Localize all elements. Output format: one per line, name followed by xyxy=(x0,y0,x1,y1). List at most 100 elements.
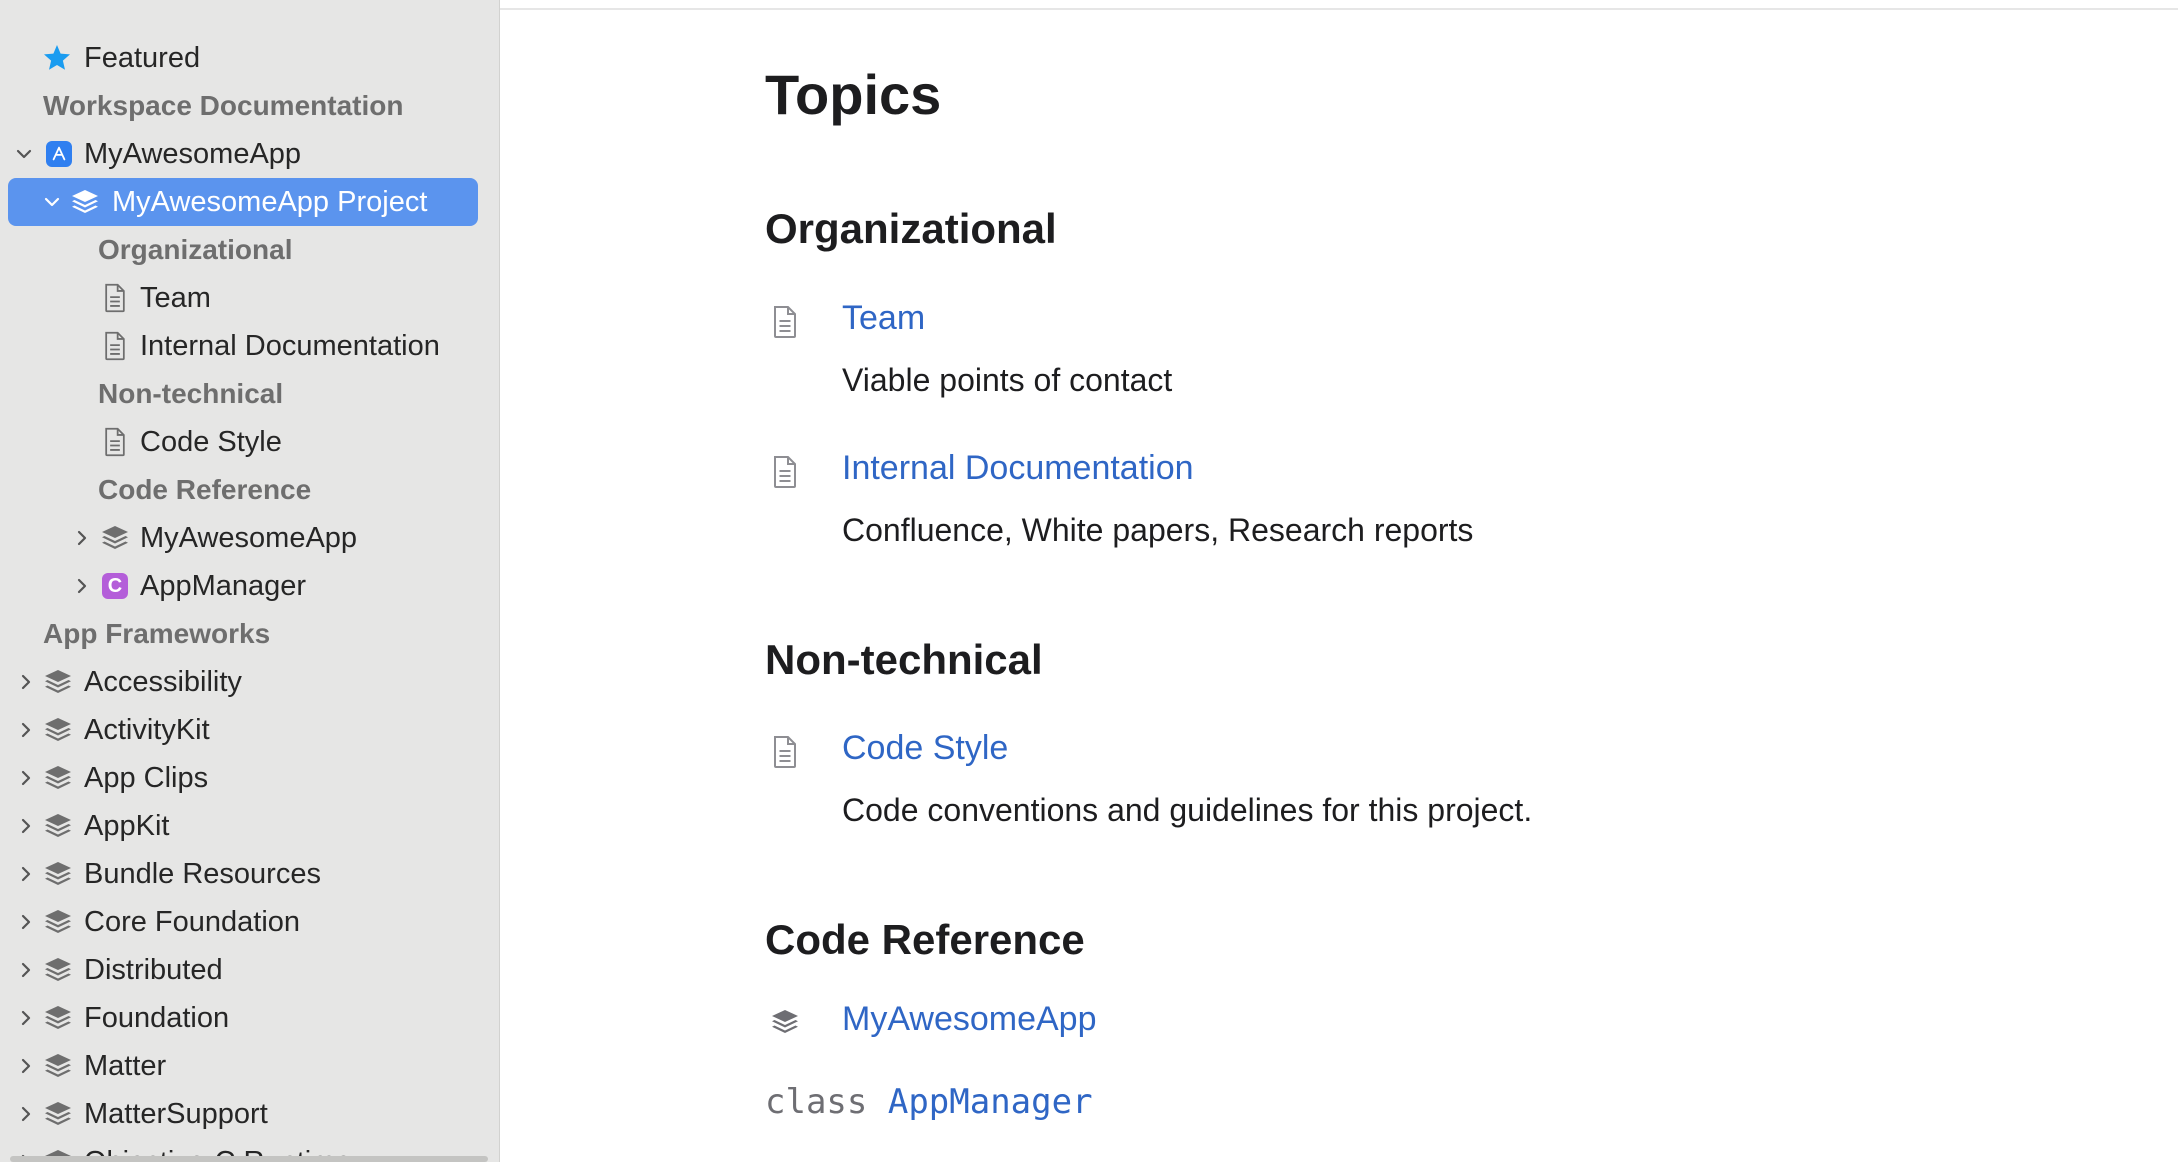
framework-stack-icon xyxy=(43,859,73,889)
framework-stack-icon xyxy=(43,955,73,985)
sidebar-section-label: App Frameworks xyxy=(43,618,271,649)
topic-group-heading: Organizational xyxy=(765,205,1057,252)
sidebar-item-label: Matter xyxy=(84,1049,167,1082)
framework-stack-icon xyxy=(70,187,100,217)
sidebar-item-bundle-resources[interactable]: Bundle Resources xyxy=(0,850,499,898)
sidebar-group-organizational: Organizational xyxy=(0,226,499,274)
document-icon xyxy=(100,427,130,457)
sidebar-item-label: Code Style xyxy=(140,425,282,458)
class-icon: C xyxy=(100,571,130,601)
framework-stack-icon xyxy=(43,811,73,841)
sidebar-item-appmanager[interactable]: C AppManager xyxy=(0,562,499,610)
chevron-right-icon[interactable] xyxy=(18,770,34,786)
framework-stack-icon xyxy=(43,1003,73,1033)
topic-link-internal-documentation[interactable]: Internal Documentation xyxy=(842,449,1194,488)
sidebar-item-label: Core Foundation xyxy=(84,905,301,938)
chevron-right-icon[interactable] xyxy=(18,818,34,834)
sidebar-item-label: ActivityKit xyxy=(84,713,210,746)
sidebar-item-label: App Clips xyxy=(84,761,209,794)
sidebar-section-workspace-documentation: Workspace Documentation xyxy=(0,82,499,130)
sidebar-section-label: Organizational xyxy=(98,234,293,265)
sidebar-item-label: Foundation xyxy=(84,1001,230,1034)
chevron-down-icon[interactable] xyxy=(16,146,32,162)
document-icon xyxy=(770,305,800,339)
sidebar-navigator: Featured Workspace Documentation MyAweso… xyxy=(0,0,500,1162)
documentation-window: Featured Workspace Documentation MyAweso… xyxy=(0,0,2178,1162)
sidebar-scrollbar[interactable] xyxy=(10,1156,488,1162)
sidebar-item-internal-documentation[interactable]: Internal Documentation xyxy=(0,322,499,370)
framework-stack-icon xyxy=(43,1051,73,1081)
star-icon xyxy=(42,43,72,73)
sidebar-item-foundation[interactable]: Foundation xyxy=(0,994,499,1042)
framework-stack-icon xyxy=(43,907,73,937)
framework-stack-icon xyxy=(100,523,130,553)
sidebar-section-app-frameworks: App Frameworks xyxy=(0,610,499,658)
chevron-right-icon[interactable] xyxy=(18,722,34,738)
framework-stack-icon xyxy=(43,1099,73,1129)
sidebar-item-myawesomeapp-workspace[interactable]: MyAwesomeApp xyxy=(0,130,499,178)
document-icon xyxy=(100,283,130,313)
sidebar-item-myawesomeapp-module[interactable]: MyAwesomeApp xyxy=(0,514,499,562)
sidebar-item-distributed[interactable]: Distributed xyxy=(0,946,499,994)
framework-stack-icon xyxy=(43,763,73,793)
sidebar-item-core-foundation[interactable]: Core Foundation xyxy=(0,898,499,946)
sidebar-item-team[interactable]: Team xyxy=(0,274,499,322)
framework-stack-icon xyxy=(770,1005,800,1039)
sidebar-item-label: MyAwesomeApp Project xyxy=(112,185,428,218)
sidebar-item-label: Accessibility xyxy=(84,665,242,698)
document-icon xyxy=(100,331,130,361)
topic-description: Viable points of contact xyxy=(842,362,1173,398)
framework-stack-icon xyxy=(43,715,73,745)
chevron-right-icon[interactable] xyxy=(18,866,34,882)
topic-description: Confluence, White papers, Research repor… xyxy=(842,512,1474,548)
sidebar-item-accessibility[interactable]: Accessibility xyxy=(0,658,499,706)
sidebar-item-label: Distributed xyxy=(84,953,223,986)
document-icon xyxy=(770,455,800,489)
chevron-right-icon[interactable] xyxy=(74,530,90,546)
sidebar-section-label: Code Reference xyxy=(98,474,312,505)
sidebar-group-code-reference: Code Reference xyxy=(0,466,499,514)
chevron-right-icon[interactable] xyxy=(18,914,34,930)
declaration-appmanager: class AppManager xyxy=(765,1082,1093,1122)
chevron-right-icon[interactable] xyxy=(18,1058,34,1074)
sidebar-section-label: Non-technical xyxy=(98,378,284,409)
sidebar-item-label: MyAwesomeApp xyxy=(84,137,302,170)
sidebar-item-myawesomeapp-project[interactable]: MyAwesomeApp Project xyxy=(8,178,478,226)
chevron-right-icon[interactable] xyxy=(18,1106,34,1122)
topic-link-code-style[interactable]: Code Style xyxy=(842,729,1008,768)
app-icon xyxy=(44,139,74,169)
sidebar-item-matter[interactable]: Matter xyxy=(0,1042,499,1090)
sidebar-item-activitykit[interactable]: ActivityKit xyxy=(0,706,499,754)
sidebar-item-label: MatterSupport xyxy=(84,1097,268,1130)
sidebar-item-appkit[interactable]: AppKit xyxy=(0,802,499,850)
sidebar-item-app-clips[interactable]: App Clips xyxy=(0,754,499,802)
topic-description: Code conventions and guidelines for this… xyxy=(842,792,1533,828)
topic-link-team[interactable]: Team xyxy=(842,299,925,338)
chevron-right-icon[interactable] xyxy=(18,1010,34,1026)
topic-link-myawesomeapp[interactable]: MyAwesomeApp xyxy=(842,1000,1097,1039)
sidebar-section-label: Workspace Documentation xyxy=(43,90,404,121)
topic-group-heading: Non-technical xyxy=(765,636,1043,683)
chevron-right-icon[interactable] xyxy=(74,578,90,594)
document-icon xyxy=(770,735,800,769)
page-title: Topics xyxy=(765,63,942,126)
sidebar-item-label: Featured xyxy=(84,41,201,74)
top-divider xyxy=(500,8,2178,10)
sidebar-item-label: AppKit xyxy=(84,809,170,842)
sidebar-group-non-technical: Non-technical xyxy=(0,370,499,418)
sidebar-item-mattersupport[interactable]: MatterSupport xyxy=(0,1090,499,1138)
sidebar-item-label: AppManager xyxy=(140,569,307,602)
framework-stack-icon xyxy=(43,667,73,697)
sidebar-item-code-style[interactable]: Code Style xyxy=(0,418,499,466)
chevron-down-icon[interactable] xyxy=(44,194,60,210)
documentation-content: Topics Organizational Team Viable points… xyxy=(500,0,2178,1162)
declaration-keyword: class xyxy=(765,1082,868,1122)
chevron-right-icon[interactable] xyxy=(18,962,34,978)
topic-link-appmanager[interactable]: AppManager xyxy=(888,1082,1093,1122)
chevron-right-icon[interactable] xyxy=(18,674,34,690)
sidebar-item-label: Bundle Resources xyxy=(84,857,321,890)
sidebar-item-featured[interactable]: Featured xyxy=(0,34,499,82)
sidebar-item-label: Internal Documentation xyxy=(140,329,440,362)
sidebar-item-label: Team xyxy=(140,281,211,314)
sidebar-item-label: MyAwesomeApp xyxy=(140,521,358,554)
